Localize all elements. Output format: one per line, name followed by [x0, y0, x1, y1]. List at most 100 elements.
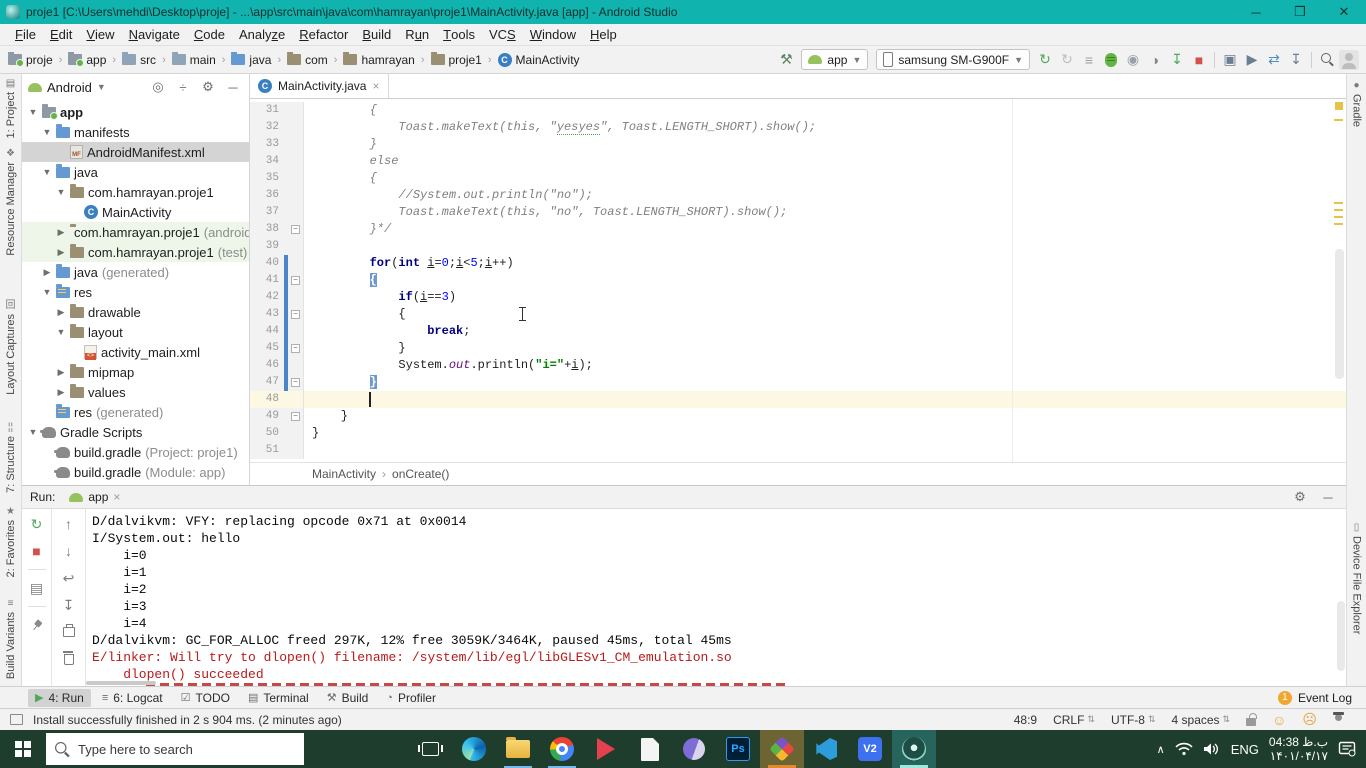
menu-vcs[interactable]: VC S: [482, 24, 523, 46]
breadcrumb-src[interactable]: src: [120, 51, 158, 68]
tool-tab-profiler[interactable]: ◔ Profiler: [379, 689, 443, 707]
code-line-40[interactable]: 40 for(int i=0;i<5;i++): [250, 255, 1346, 272]
tree-item-drawable[interactable]: ▶ drawable: [22, 302, 249, 322]
code-line-45[interactable]: 45− }: [250, 340, 1346, 357]
kmplayer-app[interactable]: [672, 730, 716, 768]
chevron-right-icon[interactable]: ▶: [56, 307, 66, 318]
attach-profiler-button[interactable]: ◉: [1122, 49, 1144, 71]
project-view-select[interactable]: Android: [47, 80, 92, 95]
happy-face-icon[interactable]: ☺: [1272, 712, 1286, 728]
run-tab-app[interactable]: app ×: [63, 489, 126, 505]
fold-marker-icon[interactable]: −: [291, 310, 300, 319]
media-player-app[interactable]: [584, 730, 628, 768]
edge-app[interactable]: [452, 730, 496, 768]
code-line-34[interactable]: 34 else: [250, 153, 1346, 170]
profile-avatar[interactable]: [1338, 49, 1360, 71]
chevron-down-icon[interactable]: ▼: [28, 427, 38, 437]
android-studio-app[interactable]: [892, 730, 936, 768]
task-view-button[interactable]: [408, 730, 452, 768]
tool-tab-6-logcat[interactable]: ≡ 6: Logcat: [95, 689, 170, 707]
restore-layout-button[interactable]: ▤: [28, 579, 46, 597]
tool-button-2-favorites[interactable]: ★ 2: Favorites: [0, 506, 21, 577]
breadcrumb-app[interactable]: app: [66, 51, 108, 68]
stop-button[interactable]: ■: [1188, 49, 1210, 71]
tree-item-java[interactable]: ▶ java (generated): [22, 262, 249, 282]
chevron-right-icon[interactable]: ▶: [56, 247, 66, 258]
code-line-36[interactable]: 36 //System.out.println("no");: [250, 187, 1346, 204]
code-line-37[interactable]: 37 Toast.makeText(this, "no", Toast.LENG…: [250, 204, 1346, 221]
tree-item-build-gradle[interactable]: build.gradle (Module: app): [22, 462, 249, 482]
menu-help[interactable]: Help: [583, 24, 624, 46]
code-line-49[interactable]: 49− }: [250, 408, 1346, 425]
minimize-button[interactable]: ─: [1234, 0, 1278, 24]
breadcrumb-main[interactable]: main: [170, 51, 218, 68]
tree-item-res[interactable]: ▼ res: [22, 282, 249, 302]
settings-icon[interactable]: ⚙: [198, 79, 218, 95]
tray-clock[interactable]: 04:38 ب.ظ ۱۴۰۱/۰۴/۱۷: [1269, 735, 1328, 763]
tree-item-mipmap[interactable]: ▶ mipmap: [22, 362, 249, 382]
chevron-right-icon[interactable]: ▶: [56, 387, 66, 398]
line-ending-select[interactable]: CRLF ⇅: [1053, 713, 1095, 727]
tree-item-gradle-scripts[interactable]: ▼ Gradle Scripts: [22, 422, 249, 442]
print-button[interactable]: [60, 623, 78, 641]
breadcrumb-proje[interactable]: proje: [6, 51, 55, 68]
menu-navigate[interactable]: Navigate: [122, 24, 187, 46]
file-explorer-app[interactable]: [496, 730, 540, 768]
rerun-app-button[interactable]: ↻: [28, 515, 46, 533]
start-button[interactable]: [0, 730, 46, 768]
code-line-38[interactable]: 38− }*/: [250, 221, 1346, 238]
chevron-right-icon[interactable]: ▶: [56, 367, 66, 378]
code-line-50[interactable]: 50}: [250, 425, 1346, 442]
indent-select[interactable]: 4 spaces ⇅: [1172, 713, 1231, 727]
code-line-46[interactable]: 46 System.out.println("i="+i);: [250, 357, 1346, 374]
volume-icon[interactable]: [1203, 742, 1221, 756]
breadcrumb-java[interactable]: java: [229, 51, 273, 68]
debug-button[interactable]: [1100, 49, 1122, 71]
tree-item-com-hamrayan-proje1[interactable]: ▼ com.hamrayan.proje1: [22, 182, 249, 202]
tool-button-resource-manager[interactable]: ❖ Resource Manager: [0, 148, 21, 256]
maximize-button[interactable]: ❒: [1278, 0, 1322, 24]
photoshop-app[interactable]: Ps: [716, 730, 760, 768]
menu-build[interactable]: Build: [355, 24, 398, 46]
code-line-43[interactable]: 43− {: [250, 306, 1346, 323]
code-line-47[interactable]: 47− }: [250, 374, 1346, 391]
chevron-down-icon[interactable]: ▼: [42, 127, 52, 137]
sync-project-button[interactable]: ⇄: [1263, 49, 1285, 71]
menu-analyze[interactable]: Analy z e: [232, 24, 292, 46]
code-line-44[interactable]: 44 break;: [250, 323, 1346, 340]
hector-inspector-icon[interactable]: [1333, 712, 1344, 725]
clear-all-button[interactable]: [60, 650, 78, 668]
menu-tools[interactable]: Tools: [436, 24, 482, 46]
tool-button-layout-captures[interactable]: 回 Layout Captures: [0, 296, 21, 395]
tool-tab-4-run[interactable]: ▶ 4: Run: [28, 688, 91, 707]
notepad-app[interactable]: [628, 730, 672, 768]
wifi-icon[interactable]: [1175, 742, 1193, 756]
vscode-app[interactable]: [804, 730, 848, 768]
chrome-app[interactable]: [540, 730, 584, 768]
tree-item-manifests[interactable]: ▼ manifests: [22, 122, 249, 142]
code-editor[interactable]: 31 {32 Toast.makeText(this, "yesyes", To…: [250, 99, 1346, 462]
rerun-disabled-button[interactable]: ↻: [1056, 49, 1078, 71]
tab-mainactivity[interactable]: C MainActivity.java ×: [250, 74, 389, 98]
tree-item-com-hamrayan-proje1[interactable]: ▶ com.hamrayan.proje1 (test): [22, 242, 249, 262]
code-line-48[interactable]: 48: [250, 391, 1346, 408]
sdk-manager-button[interactable]: ↧: [1285, 49, 1307, 71]
target-device-select[interactable]: samsung SM-G900F ▼: [876, 49, 1030, 70]
tool-tab-terminal[interactable]: ▤ Terminal: [241, 689, 316, 707]
search-everywhere-button[interactable]: [1316, 49, 1338, 71]
v2ray-app[interactable]: V2: [848, 730, 892, 768]
down-stack-trace-button[interactable]: ↓: [60, 542, 78, 560]
chevron-right-icon[interactable]: ▶: [42, 267, 52, 278]
pin-tab-button[interactable]: [28, 616, 46, 634]
breadcrumb-proje1[interactable]: proje1: [429, 51, 484, 68]
encoding-select[interactable]: UTF-8 ⇅: [1111, 713, 1156, 727]
readonly-lock-icon[interactable]: [1246, 712, 1258, 726]
hide-run-panel-icon[interactable]: ─: [1318, 490, 1338, 505]
breadcrumb-hamrayan[interactable]: hamrayan: [341, 51, 416, 68]
profile-button[interactable]: ◑: [1144, 49, 1166, 71]
run-console[interactable]: D/dalvikvm: VFY: replacing opcode 0x71 a…: [86, 509, 1346, 686]
tree-item-androidmanifest-xml[interactable]: MF AndroidManifest.xml: [22, 142, 249, 162]
sad-face-icon[interactable]: ☹: [1302, 711, 1317, 728]
profiler-run-button[interactable]: ↧: [1166, 49, 1188, 71]
fold-marker-icon[interactable]: −: [291, 412, 300, 421]
